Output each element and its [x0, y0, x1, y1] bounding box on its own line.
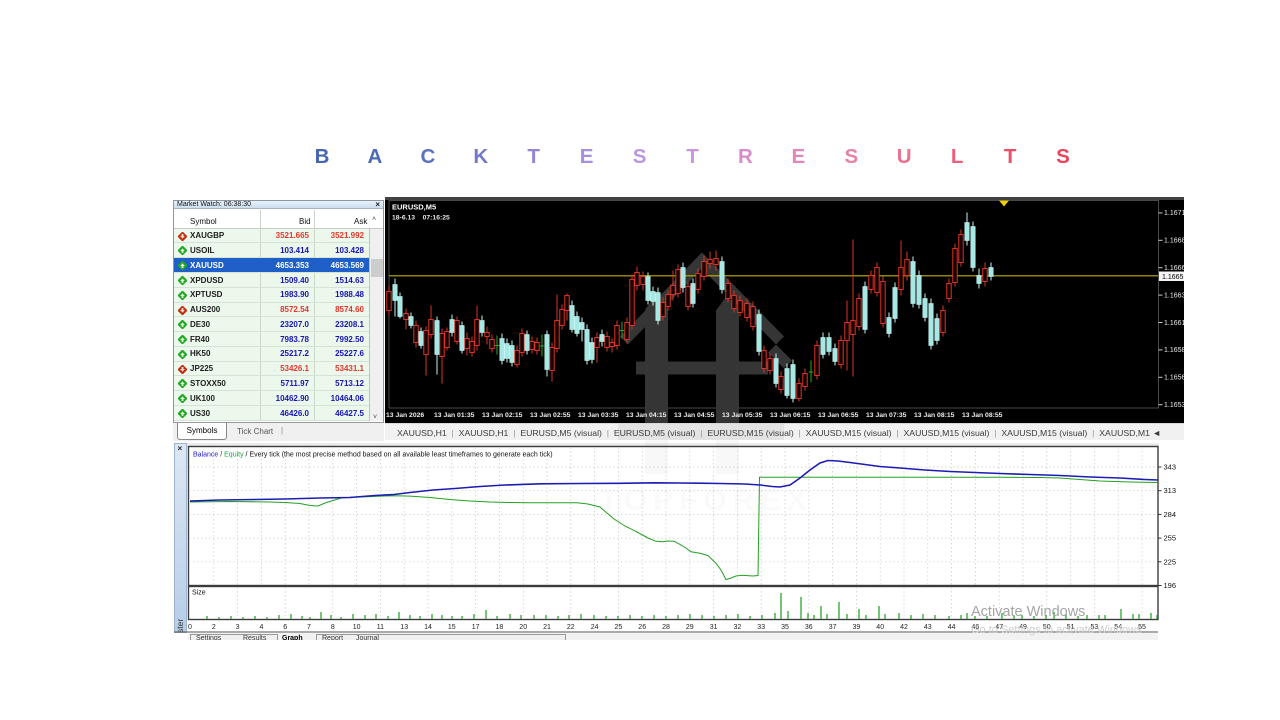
svg-text:35: 35 — [781, 624, 789, 631]
svg-text:1.1661: 1.1661 — [1164, 319, 1184, 326]
svg-text:24: 24 — [591, 624, 599, 631]
svg-text:40: 40 — [876, 624, 884, 631]
svg-text:Size: Size — [192, 590, 206, 597]
svg-text:8: 8 — [331, 624, 335, 631]
svg-text:TOPFOREX: TOPFOREX — [600, 484, 812, 517]
svg-text:18: 18 — [496, 624, 504, 631]
svg-text:21: 21 — [543, 624, 551, 631]
svg-text:13 Jan 02:15: 13 Jan 02:15 — [482, 412, 523, 419]
svg-text:31: 31 — [710, 624, 718, 631]
svg-text:15: 15 — [448, 624, 456, 631]
svg-text:13 Jan 01:35: 13 Jan 01:35 — [434, 412, 475, 419]
svg-text:42: 42 — [900, 624, 908, 631]
svg-text:37: 37 — [829, 624, 837, 631]
svg-text:2: 2 — [212, 624, 216, 631]
svg-text:1.1665: 1.1665 — [1162, 274, 1184, 281]
svg-text:20: 20 — [519, 624, 527, 631]
svg-text:29: 29 — [686, 624, 694, 631]
svg-text:39: 39 — [853, 624, 861, 631]
svg-text:343: 343 — [1164, 463, 1177, 472]
svg-text:22: 22 — [567, 624, 575, 631]
svg-text:1.1658: 1.1658 — [1164, 347, 1184, 354]
svg-text:13 Jan 02:55: 13 Jan 02:55 — [530, 412, 571, 419]
svg-text:43: 43 — [924, 624, 932, 631]
svg-text:13 Jan 03:35: 13 Jan 03:35 — [578, 412, 619, 419]
svg-text:13 Jan 08:15: 13 Jan 08:15 — [914, 412, 955, 419]
svg-text:13 Jan 06:15: 13 Jan 06:15 — [770, 412, 811, 419]
svg-text:7: 7 — [307, 624, 311, 631]
svg-text:33: 33 — [757, 624, 765, 631]
svg-text:196: 196 — [1164, 581, 1177, 590]
svg-text:26: 26 — [638, 624, 646, 631]
svg-text:13 Jan 06:55: 13 Jan 06:55 — [818, 412, 859, 419]
svg-text:28: 28 — [662, 624, 670, 631]
svg-text:1.1656: 1.1656 — [1164, 374, 1184, 381]
svg-text:EURUSD,M5: EURUSD,M5 — [392, 202, 436, 211]
svg-text:1.1666: 1.1666 — [1164, 265, 1184, 272]
svg-text:4: 4 — [259, 624, 263, 631]
svg-text:255: 255 — [1164, 534, 1177, 543]
svg-text:25: 25 — [615, 624, 623, 631]
svg-text:3: 3 — [236, 624, 240, 631]
svg-text:36: 36 — [805, 624, 813, 631]
svg-text:225: 225 — [1164, 557, 1177, 566]
svg-text:1.1653: 1.1653 — [1164, 402, 1184, 409]
svg-text:32: 32 — [734, 624, 742, 631]
svg-text:1.1668: 1.1668 — [1164, 237, 1184, 244]
svg-text:17: 17 — [472, 624, 480, 631]
svg-text:6: 6 — [283, 624, 287, 631]
svg-text:284: 284 — [1164, 510, 1177, 519]
svg-text:313: 313 — [1164, 486, 1177, 495]
svg-text:10: 10 — [353, 624, 361, 631]
svg-text:13: 13 — [400, 624, 408, 631]
svg-text:18-6.13 07:16:25: 18-6.13 07:16:25 — [392, 214, 450, 221]
svg-text:1.1671: 1.1671 — [1164, 210, 1184, 217]
svg-text:13 Jan 2026: 13 Jan 2026 — [386, 412, 424, 419]
svg-text:0: 0 — [188, 624, 192, 631]
svg-text:13 Jan 07:35: 13 Jan 07:35 — [866, 412, 907, 419]
svg-text:1.1663: 1.1663 — [1164, 292, 1184, 299]
svg-text:13 Jan 04:15: 13 Jan 04:15 — [626, 412, 667, 419]
svg-text:13 Jan 04:55: 13 Jan 04:55 — [674, 412, 715, 419]
svg-text:13 Jan 08:55: 13 Jan 08:55 — [962, 412, 1003, 419]
svg-text:14: 14 — [424, 624, 432, 631]
svg-text:44: 44 — [948, 624, 956, 631]
svg-text:13 Jan 05:35: 13 Jan 05:35 — [722, 412, 763, 419]
svg-text:Balance / Equity / Every tick: Balance / Equity / Every tick (the most … — [193, 452, 553, 459]
svg-text:11: 11 — [377, 624, 384, 631]
